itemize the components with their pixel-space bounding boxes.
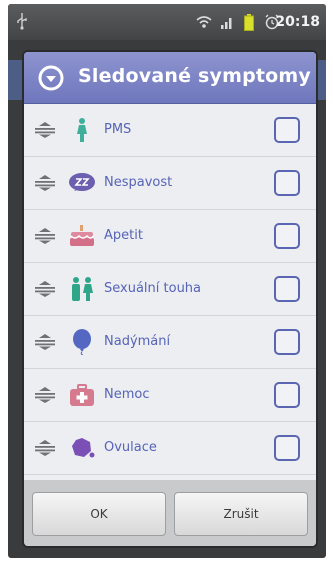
status-bar: 20:18	[8, 4, 326, 40]
wifi-icon	[196, 16, 212, 28]
drag-handle-icon[interactable]	[34, 228, 56, 244]
symptom-label: Apetit	[104, 228, 143, 243]
balloon-icon	[73, 329, 91, 355]
dialog-button-bar: OK Zrušit	[24, 480, 316, 546]
usb-icon	[17, 13, 27, 30]
symptom-checkbox[interactable]	[274, 329, 300, 355]
ovum-icon	[72, 438, 95, 458]
list-item[interactable]: Nespavost	[24, 157, 316, 210]
drag-handle-icon[interactable]	[34, 440, 56, 456]
list-item[interactable]: Apetit	[24, 210, 316, 263]
signal-icon	[221, 18, 232, 29]
symptom-label: Nespavost	[104, 175, 173, 190]
symptom-checkbox[interactable]	[274, 117, 300, 143]
woman-icon	[77, 118, 87, 142]
zzz-icon	[69, 173, 95, 191]
symptom-list[interactable]: PMS Nespavost Apetit Sexuální touha Nadý…	[24, 104, 316, 480]
list-item[interactable]: Ovulace	[24, 422, 316, 475]
couple-icon	[72, 277, 93, 301]
clock-time: 20:18	[275, 14, 320, 30]
symptom-label: Nemoc	[104, 387, 150, 402]
drag-handle-icon[interactable]	[34, 281, 56, 297]
list-item[interactable]: Nemoc	[24, 369, 316, 422]
symptom-checkbox[interactable]	[274, 435, 300, 461]
symptom-label: Nadýmání	[104, 334, 171, 349]
symptom-label: Sexuální touha	[104, 281, 202, 296]
drag-handle-icon[interactable]	[34, 122, 56, 138]
symptom-label: PMS	[104, 122, 132, 137]
phone-screen: 20:18 Sledované symptomy PMS Nespavost A…	[8, 4, 326, 558]
cake-icon	[70, 225, 94, 246]
screenshot-frame: 20:18 Sledované symptomy PMS Nespavost A…	[0, 0, 333, 564]
list-item[interactable]: PMS	[24, 104, 316, 157]
dialog-header: Sledované symptomy	[24, 52, 316, 104]
drag-handle-icon[interactable]	[34, 175, 56, 191]
symptom-checkbox[interactable]	[274, 276, 300, 302]
cancel-button[interactable]: Zrušit	[174, 492, 308, 536]
dialog-title: Sledované symptomy	[78, 65, 311, 87]
symptom-checkbox[interactable]	[274, 170, 300, 196]
symptoms-dialog: Sledované symptomy PMS Nespavost Apetit …	[24, 52, 316, 546]
battery-icon	[244, 14, 254, 31]
symptom-label: Ovulace	[104, 440, 157, 455]
list-item[interactable]: Sexuální touha	[24, 263, 316, 316]
symptom-checkbox[interactable]	[274, 382, 300, 408]
chevron-down-circle-icon	[38, 65, 64, 91]
ok-button[interactable]: OK	[32, 492, 166, 536]
symptom-checkbox[interactable]	[274, 223, 300, 249]
medkit-icon	[70, 384, 94, 406]
drag-handle-icon[interactable]	[34, 334, 56, 350]
drag-handle-icon[interactable]	[34, 387, 56, 403]
list-item[interactable]: Nadýmání	[24, 316, 316, 369]
